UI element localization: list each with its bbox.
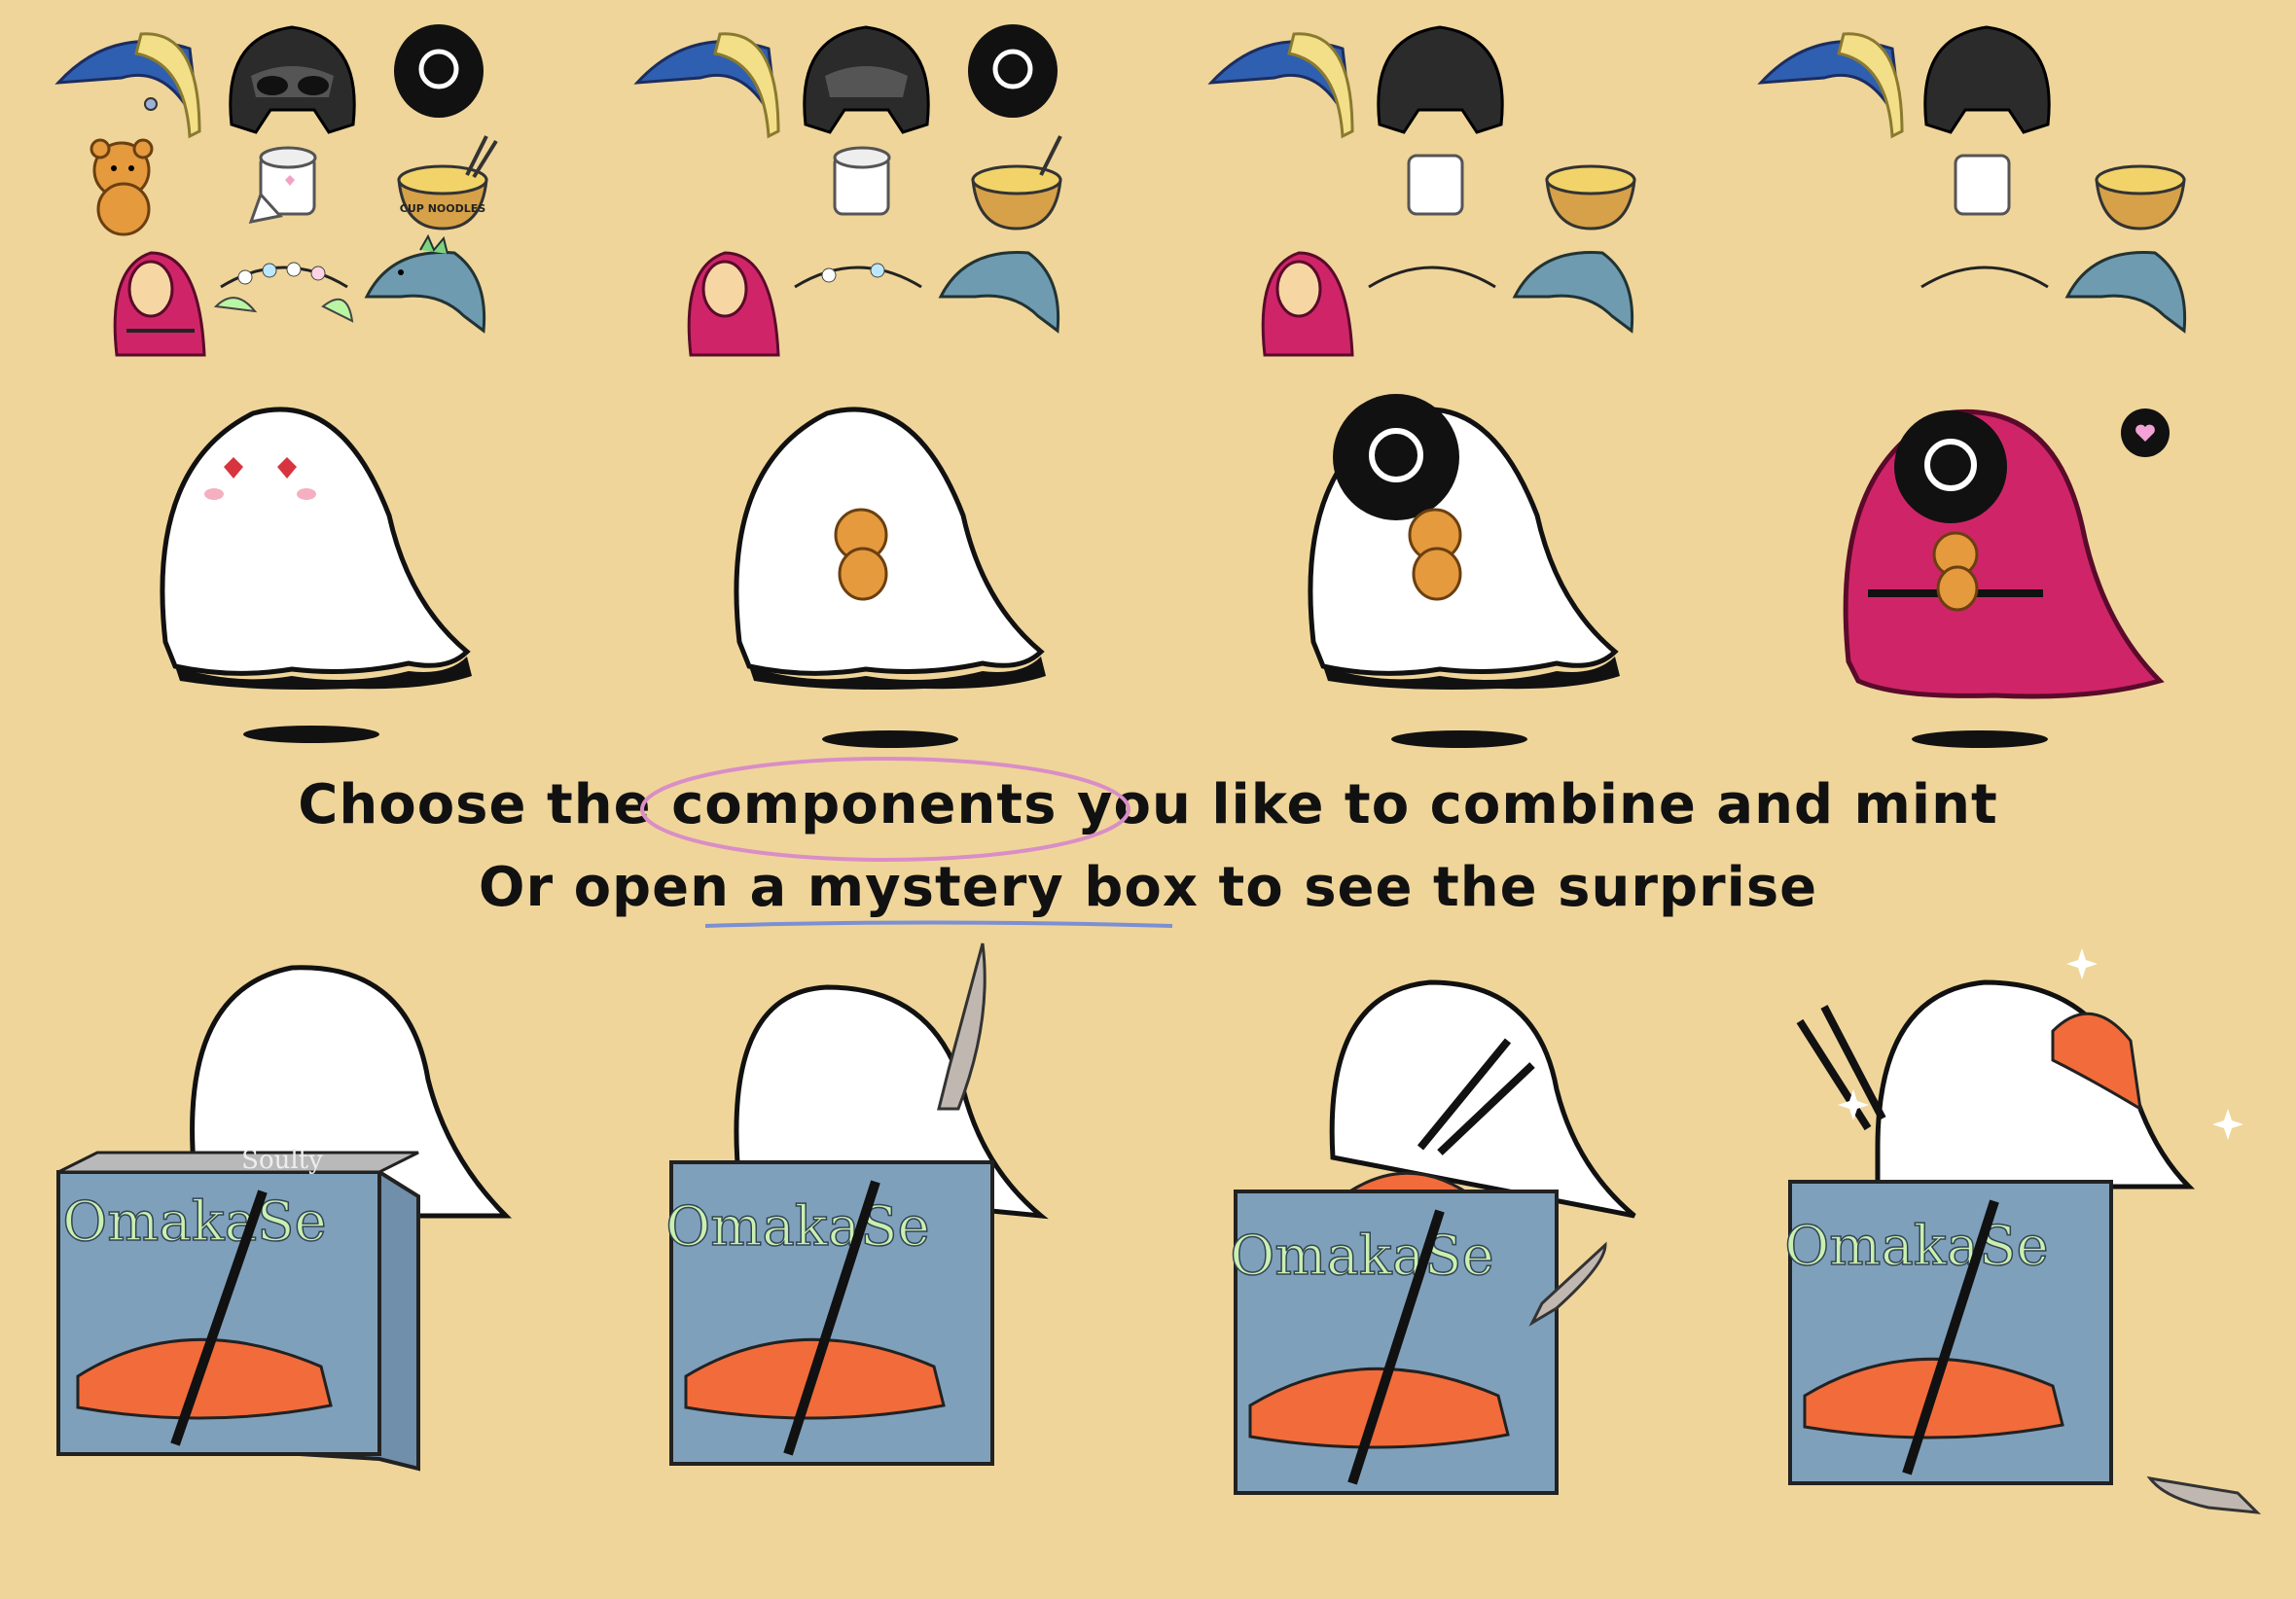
helmet-icon[interactable] bbox=[803, 25, 930, 134]
cup-noodles-icon[interactable] bbox=[1545, 164, 1636, 231]
headline-line-1: Choose the components you like to combin… bbox=[298, 773, 1998, 836]
helmet-icon[interactable] bbox=[229, 25, 356, 134]
toilet-paper-icon[interactable] bbox=[248, 146, 317, 224]
mystery-box-panel-1: Soulty OmakaSe bbox=[0, 934, 574, 1595]
canvas: CUP NOODLES Choose the components you li… bbox=[0, 0, 2296, 1595]
cup-noodles-icon[interactable] bbox=[2095, 164, 2186, 231]
ghost-shadow bbox=[243, 726, 379, 743]
mystery-box[interactable]: Soulty OmakaSe bbox=[56, 1146, 420, 1472]
mystery-box[interactable]: OmakaSe bbox=[665, 1160, 994, 1466]
ghost-shadow bbox=[1912, 730, 2048, 748]
teddy-bear-icon[interactable] bbox=[90, 138, 154, 236]
teddy-bear-icon bbox=[1932, 531, 1979, 612]
flower-crown-icon[interactable] bbox=[1368, 266, 1496, 289]
ghost-character bbox=[1308, 394, 1620, 690]
box-brand: OmakaSe bbox=[1784, 1215, 2048, 1278]
mask-icon bbox=[1894, 410, 2007, 523]
flower-crown-icon[interactable] bbox=[794, 263, 922, 289]
box-lid-text: Soulty bbox=[241, 1146, 323, 1175]
teddy-bear-icon bbox=[834, 508, 888, 601]
ghost-character bbox=[160, 407, 472, 690]
combo-panel-4 bbox=[1722, 0, 2296, 759]
mystery-box-panel-3: OmakaSe bbox=[1148, 934, 1722, 1595]
ghost-shadow bbox=[822, 730, 958, 748]
mystery-box[interactable]: OmakaSe bbox=[1230, 1190, 1559, 1495]
dinosaur-hat-icon[interactable] bbox=[2064, 251, 2187, 334]
combo-panel-3 bbox=[1148, 0, 1722, 759]
highlight-underline bbox=[704, 920, 1173, 928]
knife-icon bbox=[937, 942, 987, 1111]
knife-shard-icon bbox=[2146, 1475, 2262, 1514]
headband-icon[interactable] bbox=[633, 32, 780, 139]
mystery-box-panel-4: OmakaSe bbox=[1722, 934, 2296, 1595]
combo-panel-2 bbox=[574, 0, 1148, 759]
dinosaur-hat-icon[interactable] bbox=[938, 251, 1060, 334]
toilet-paper-icon[interactable] bbox=[1954, 154, 2011, 216]
teddy-bear-icon bbox=[1408, 508, 1462, 601]
mask-icon bbox=[1333, 394, 1459, 520]
headband-icon[interactable] bbox=[1207, 32, 1354, 139]
toilet-paper-icon[interactable] bbox=[833, 146, 891, 216]
dinosaur-hat-icon[interactable] bbox=[1512, 251, 1634, 334]
cloak-icon[interactable] bbox=[1261, 251, 1354, 357]
box-brand: OmakaSe bbox=[665, 1195, 929, 1259]
ghost-character bbox=[1875, 979, 2196, 1190]
cloak-icon[interactable] bbox=[113, 251, 206, 357]
mask-icon[interactable] bbox=[968, 24, 1058, 118]
cup-label: CUP NOODLES bbox=[400, 202, 485, 215]
cloak-icon[interactable] bbox=[687, 251, 780, 357]
ghost-character bbox=[734, 407, 1046, 690]
combo-panel-1: CUP NOODLES bbox=[0, 0, 574, 759]
headline-line-2: Or open a mystery box to see the surpris… bbox=[478, 856, 1818, 919]
sparkle-icon bbox=[2212, 1109, 2243, 1140]
box-brand: OmakaSe bbox=[1230, 1225, 1493, 1288]
speech-heart-icon bbox=[2121, 409, 2170, 457]
dinosaur-hat-icon[interactable] bbox=[364, 233, 486, 334]
cup-noodles-icon[interactable] bbox=[971, 135, 1062, 231]
flower-crown-icon[interactable] bbox=[213, 262, 354, 323]
ghost-shadow bbox=[1391, 730, 1527, 748]
toilet-paper-icon[interactable] bbox=[1407, 154, 1464, 216]
helmet-icon[interactable] bbox=[1923, 25, 2051, 134]
cup-noodles-icon[interactable]: CUP NOODLES bbox=[397, 135, 498, 231]
sparkle-icon bbox=[2066, 948, 2098, 979]
flower-crown-icon[interactable] bbox=[1920, 266, 2049, 289]
helmet-icon[interactable] bbox=[1377, 25, 1504, 134]
box-brand: OmakaSe bbox=[62, 1190, 326, 1254]
headband-icon[interactable] bbox=[1757, 32, 1904, 139]
ghost-character bbox=[1843, 409, 2165, 699]
headband-icon[interactable] bbox=[54, 32, 201, 139]
mystery-box-panel-2: OmakaSe bbox=[574, 934, 1148, 1595]
mask-icon[interactable] bbox=[394, 24, 484, 118]
mystery-box[interactable]: OmakaSe bbox=[1784, 1180, 2113, 1485]
chopsticks-icon bbox=[1796, 1005, 1886, 1131]
